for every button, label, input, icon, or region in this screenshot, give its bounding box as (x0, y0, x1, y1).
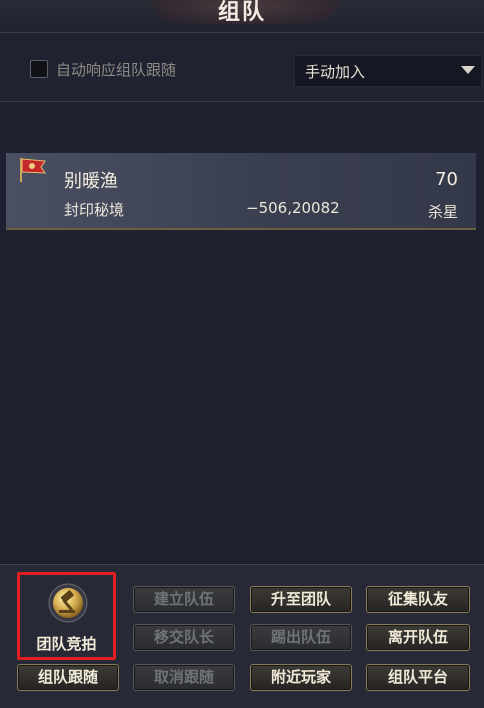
upgrade-team-button[interactable]: 升至团队 (250, 586, 352, 613)
join-mode-dropdown[interactable]: 手动加入 (294, 55, 482, 87)
member-map: 封印秘境 (64, 201, 125, 219)
leave-team-button[interactable]: 离开队伍 (366, 624, 470, 651)
team-follow-button[interactable]: 组队跟随 (17, 664, 119, 691)
auto-follow-label: 自动响应组队跟随 (56, 61, 177, 79)
title-bar: 组队 (0, 0, 484, 33)
flag-icon (20, 158, 46, 182)
join-mode-value: 手动加入 (305, 63, 366, 81)
auto-follow-checkbox[interactable] (30, 60, 48, 78)
create-team-button[interactable]: 建立队伍 (133, 586, 235, 613)
kick-member-button[interactable]: 踢出队伍 (250, 624, 352, 651)
team-member-row[interactable]: 别暖渔 70 封印秘境 −506,20082 杀星 (6, 153, 476, 230)
gavel-icon (48, 583, 88, 623)
nearby-players-button[interactable]: 附近玩家 (250, 664, 352, 691)
team-platform-button[interactable]: 组队平台 (366, 664, 470, 691)
recruit-button[interactable]: 征集队友 (366, 586, 470, 613)
member-role: 杀星 (427, 203, 458, 221)
member-name: 别暖渔 (64, 171, 118, 192)
member-coords: −506,20082 (246, 199, 340, 217)
dropdown-arrow-icon (461, 66, 475, 74)
transfer-leader-button[interactable]: 移交队长 (133, 624, 235, 651)
team-auction-label: 团队竞拍 (36, 635, 97, 653)
team-auction-button[interactable]: 团队竞拍 (17, 572, 116, 660)
member-level: 70 (435, 169, 458, 190)
cancel-follow-button[interactable]: 取消跟随 (133, 664, 235, 691)
window-title: 组队 (217, 0, 266, 25)
